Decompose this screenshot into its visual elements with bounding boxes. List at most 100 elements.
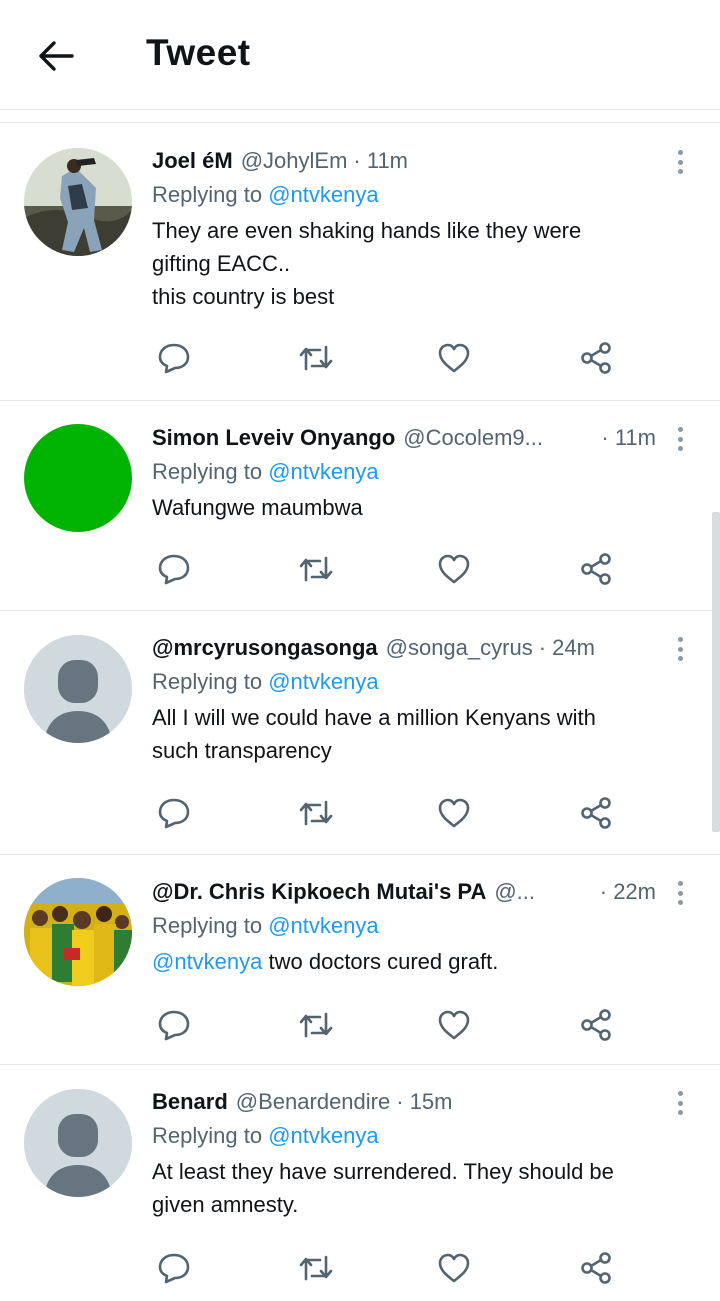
user-handle[interactable]: @JohylEm — [241, 146, 348, 176]
more-options-icon[interactable] — [670, 875, 690, 911]
tweet-text-rest: two doctors cured graft. — [262, 949, 499, 974]
tweet-text-line: They are even shaking hands like they we… — [152, 218, 582, 243]
tweet-text-line: this country is best — [152, 284, 335, 309]
replying-to: Replying to @ntvkenya — [152, 667, 676, 697]
user-avatar[interactable] — [24, 878, 132, 986]
heart-icon — [438, 554, 470, 584]
like-button[interactable] — [434, 549, 474, 589]
tweet-actions — [152, 1248, 622, 1288]
user-handle[interactable]: @Benardendire — [236, 1087, 390, 1117]
display-name[interactable]: @mrcyrusongasongа — [152, 633, 378, 663]
display-name[interactable]: Simon Leveiv Onyango — [152, 423, 395, 453]
replying-mention-link[interactable]: @ntvkenya — [268, 669, 378, 694]
tweet-header: @mrcyrusongasongа @songa_cyrus · 24m — [152, 633, 676, 663]
tweet-actions — [152, 549, 622, 589]
like-button[interactable] — [434, 1005, 474, 1045]
retweet-button[interactable] — [296, 1005, 336, 1045]
photo-avatar-crowd-image — [24, 878, 132, 986]
reply-tweet[interactable]: Simon Leveiv Onyango @Cocolem9... Replyi… — [0, 401, 720, 611]
tweet-time[interactable]: · 11m — [601, 423, 656, 453]
heart-icon — [438, 343, 470, 373]
retweet-icon — [299, 800, 333, 826]
tweet-header: Simon Leveiv Onyango @Cocolem9... — [152, 423, 676, 453]
reply-tweet[interactable]: @mrcyrusongasongа @songa_cyrus · 24m Rep… — [0, 611, 720, 855]
replying-prefix: Replying to — [152, 669, 269, 694]
share-icon — [581, 1009, 611, 1041]
back-button[interactable] — [30, 30, 82, 82]
retweet-icon — [299, 556, 333, 582]
tweet-text: They are even shaking hands like they we… — [152, 214, 676, 313]
reply-tweet[interactable]: Joel éM @JohylEm · 11m Replying to @ntvk… — [0, 124, 720, 401]
reply-button[interactable] — [154, 549, 194, 589]
header-divider — [0, 110, 720, 123]
retweet-button[interactable] — [296, 549, 336, 589]
replying-to: Replying to @ntvkenya — [152, 1121, 676, 1151]
scrollbar[interactable] — [712, 512, 720, 832]
photo-avatar-image — [24, 148, 132, 256]
reply-icon — [158, 1253, 190, 1284]
user-avatar[interactable] — [24, 148, 132, 256]
more-options-icon[interactable] — [670, 631, 690, 667]
tweet-time[interactable]: · 11m — [353, 146, 408, 176]
replying-prefix: Replying to — [152, 182, 269, 207]
share-button[interactable] — [576, 338, 616, 378]
tweet-text-line: given amnesty. — [152, 1192, 299, 1217]
share-button[interactable] — [576, 793, 616, 833]
tweet-text-line: gifting EACC.. — [152, 251, 291, 276]
user-avatar[interactable] — [24, 424, 132, 532]
reply-button[interactable] — [154, 1248, 194, 1288]
reply-tweet[interactable]: @Dr. Chris Kipkoech Mutai's PA @... Repl… — [0, 855, 720, 1065]
retweet-button[interactable] — [296, 793, 336, 833]
share-button[interactable] — [576, 1248, 616, 1288]
tweet-text: Wafungwe maumbwa — [152, 491, 676, 524]
tweet-text: At least they have surrendered. They sho… — [152, 1155, 676, 1221]
more-options-icon[interactable] — [670, 421, 690, 457]
like-button[interactable] — [434, 1248, 474, 1288]
retweet-button[interactable] — [296, 1248, 336, 1288]
heart-icon — [438, 1253, 470, 1283]
user-avatar[interactable] — [24, 1089, 132, 1197]
more-options-icon[interactable] — [670, 1085, 690, 1121]
reply-icon — [158, 1010, 190, 1041]
share-button[interactable] — [576, 1005, 616, 1045]
share-icon — [581, 553, 611, 585]
heart-icon — [438, 1010, 470, 1040]
display-name[interactable]: Joel éM — [152, 146, 233, 176]
replying-mention-link[interactable]: @ntvkenya — [268, 913, 378, 938]
replying-mention-link[interactable]: @ntvkenya — [268, 459, 378, 484]
replying-prefix: Replying to — [152, 459, 269, 484]
display-name[interactable]: @Dr. Chris Kipkoech Mutai's PA — [152, 877, 486, 907]
retweet-icon — [299, 1255, 333, 1281]
user-avatar[interactable] — [24, 635, 132, 743]
user-handle[interactable]: @Cocolem9... — [403, 423, 543, 453]
user-handle[interactable]: @... — [494, 877, 535, 907]
tweet-time[interactable]: · 24m — [539, 633, 595, 663]
text-mention-link[interactable]: @ntvkenya — [152, 949, 262, 974]
like-button[interactable] — [434, 793, 474, 833]
replying-to: Replying to @ntvkenya — [152, 180, 676, 210]
display-name[interactable]: Benard — [152, 1087, 228, 1117]
share-button[interactable] — [576, 549, 616, 589]
default-avatar-icon — [24, 635, 132, 743]
replying-mention-link[interactable]: @ntvkenya — [268, 1123, 378, 1148]
tweet-header: Benard @Benardendire · 15m — [152, 1087, 676, 1117]
tweet-time[interactable]: · 22m — [600, 877, 656, 907]
like-button[interactable] — [434, 338, 474, 378]
reply-button[interactable] — [154, 338, 194, 378]
user-handle[interactable]: @songa_cyrus — [386, 633, 533, 663]
tweet-time[interactable]: · 15m — [396, 1087, 452, 1117]
reply-tweet[interactable]: Benard @Benardendire · 15m Replying to @… — [0, 1065, 720, 1301]
reply-button[interactable] — [154, 1005, 194, 1045]
tweet-actions — [152, 1005, 622, 1045]
replying-to: Replying to @ntvkenya — [152, 457, 676, 487]
retweet-icon — [299, 1012, 333, 1038]
tweet-actions — [152, 793, 622, 833]
tweet-text: @ntvkenya two doctors cured graft. — [152, 945, 676, 978]
replying-prefix: Replying to — [152, 913, 269, 938]
retweet-button[interactable] — [296, 338, 336, 378]
more-options-icon[interactable] — [670, 144, 690, 180]
tweet-header: Joel éM @JohylEm · 11m — [152, 146, 676, 176]
replying-to: Replying to @ntvkenya — [152, 911, 676, 941]
reply-button[interactable] — [154, 793, 194, 833]
replying-mention-link[interactable]: @ntvkenya — [268, 182, 378, 207]
